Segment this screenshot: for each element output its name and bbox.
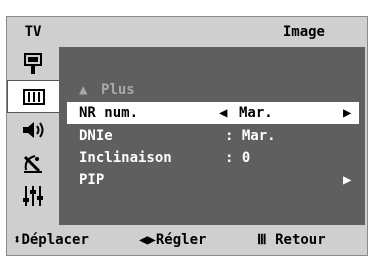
menu-item-value: : 0 [225, 150, 251, 166]
input-icon[interactable] [7, 47, 59, 80]
menu-item-inclinaison[interactable]: Inclinaison : 0 [67, 147, 359, 169]
menu-title: Image [282, 24, 325, 40]
return-label: Retour [275, 232, 326, 248]
footer-adjust: ◀▶Régler [139, 225, 206, 255]
menu-item-value: : Mar. [225, 128, 276, 144]
menu-item-label: NR num. [79, 105, 139, 121]
adjust-label: Régler [155, 232, 207, 248]
menu-header: TV Image [7, 17, 367, 47]
right-arrow-icon[interactable]: ▶ [343, 102, 351, 124]
sound-icon[interactable] [7, 113, 59, 146]
tv-osd-menu: TV Image ▲ Plus NR num. ◀ Mar. ▶ DNIe: … [6, 16, 368, 256]
left-right-icon: ◀▶ [139, 232, 156, 248]
menu-footer: ⬍Déplacer ◀▶Régler Ⅲ Retour [7, 225, 367, 255]
picture-icon[interactable] [7, 80, 59, 113]
left-arrow-icon[interactable]: ◀ [219, 102, 227, 124]
move-label: Déplacer [21, 232, 89, 248]
menu-item-label: DNIe [79, 128, 113, 144]
menu-item-label: Inclinaison [79, 150, 172, 166]
picture-menu-panel: ▲ Plus NR num. ◀ Mar. ▶ DNIe : Mar. Incl… [59, 47, 365, 225]
menu-item-pip[interactable]: PIP ▶ [67, 169, 359, 191]
tv-label: TV [24, 24, 42, 40]
menu-item-dnie[interactable]: DNIe : Mar. [67, 125, 359, 147]
menu-category-sidebar [7, 47, 59, 225]
more-label: Plus [101, 82, 135, 98]
right-arrow-icon: ▶ [343, 172, 352, 188]
up-arrow-icon: ▲ [79, 82, 88, 98]
menu-item-value: Mar. [239, 105, 273, 121]
setup-icon[interactable] [7, 179, 59, 212]
channel-icon[interactable] [7, 146, 59, 179]
menu-icon: Ⅲ [257, 232, 267, 248]
footer-return[interactable]: Ⅲ Retour [257, 225, 326, 255]
menu-item-nr-num[interactable]: NR num. ◀ Mar. ▶ [67, 102, 359, 124]
menu-item-more[interactable]: ▲ Plus [67, 79, 359, 101]
menu-item-label: PIP [79, 172, 105, 188]
footer-move: ⬍Déplacer [13, 225, 89, 255]
